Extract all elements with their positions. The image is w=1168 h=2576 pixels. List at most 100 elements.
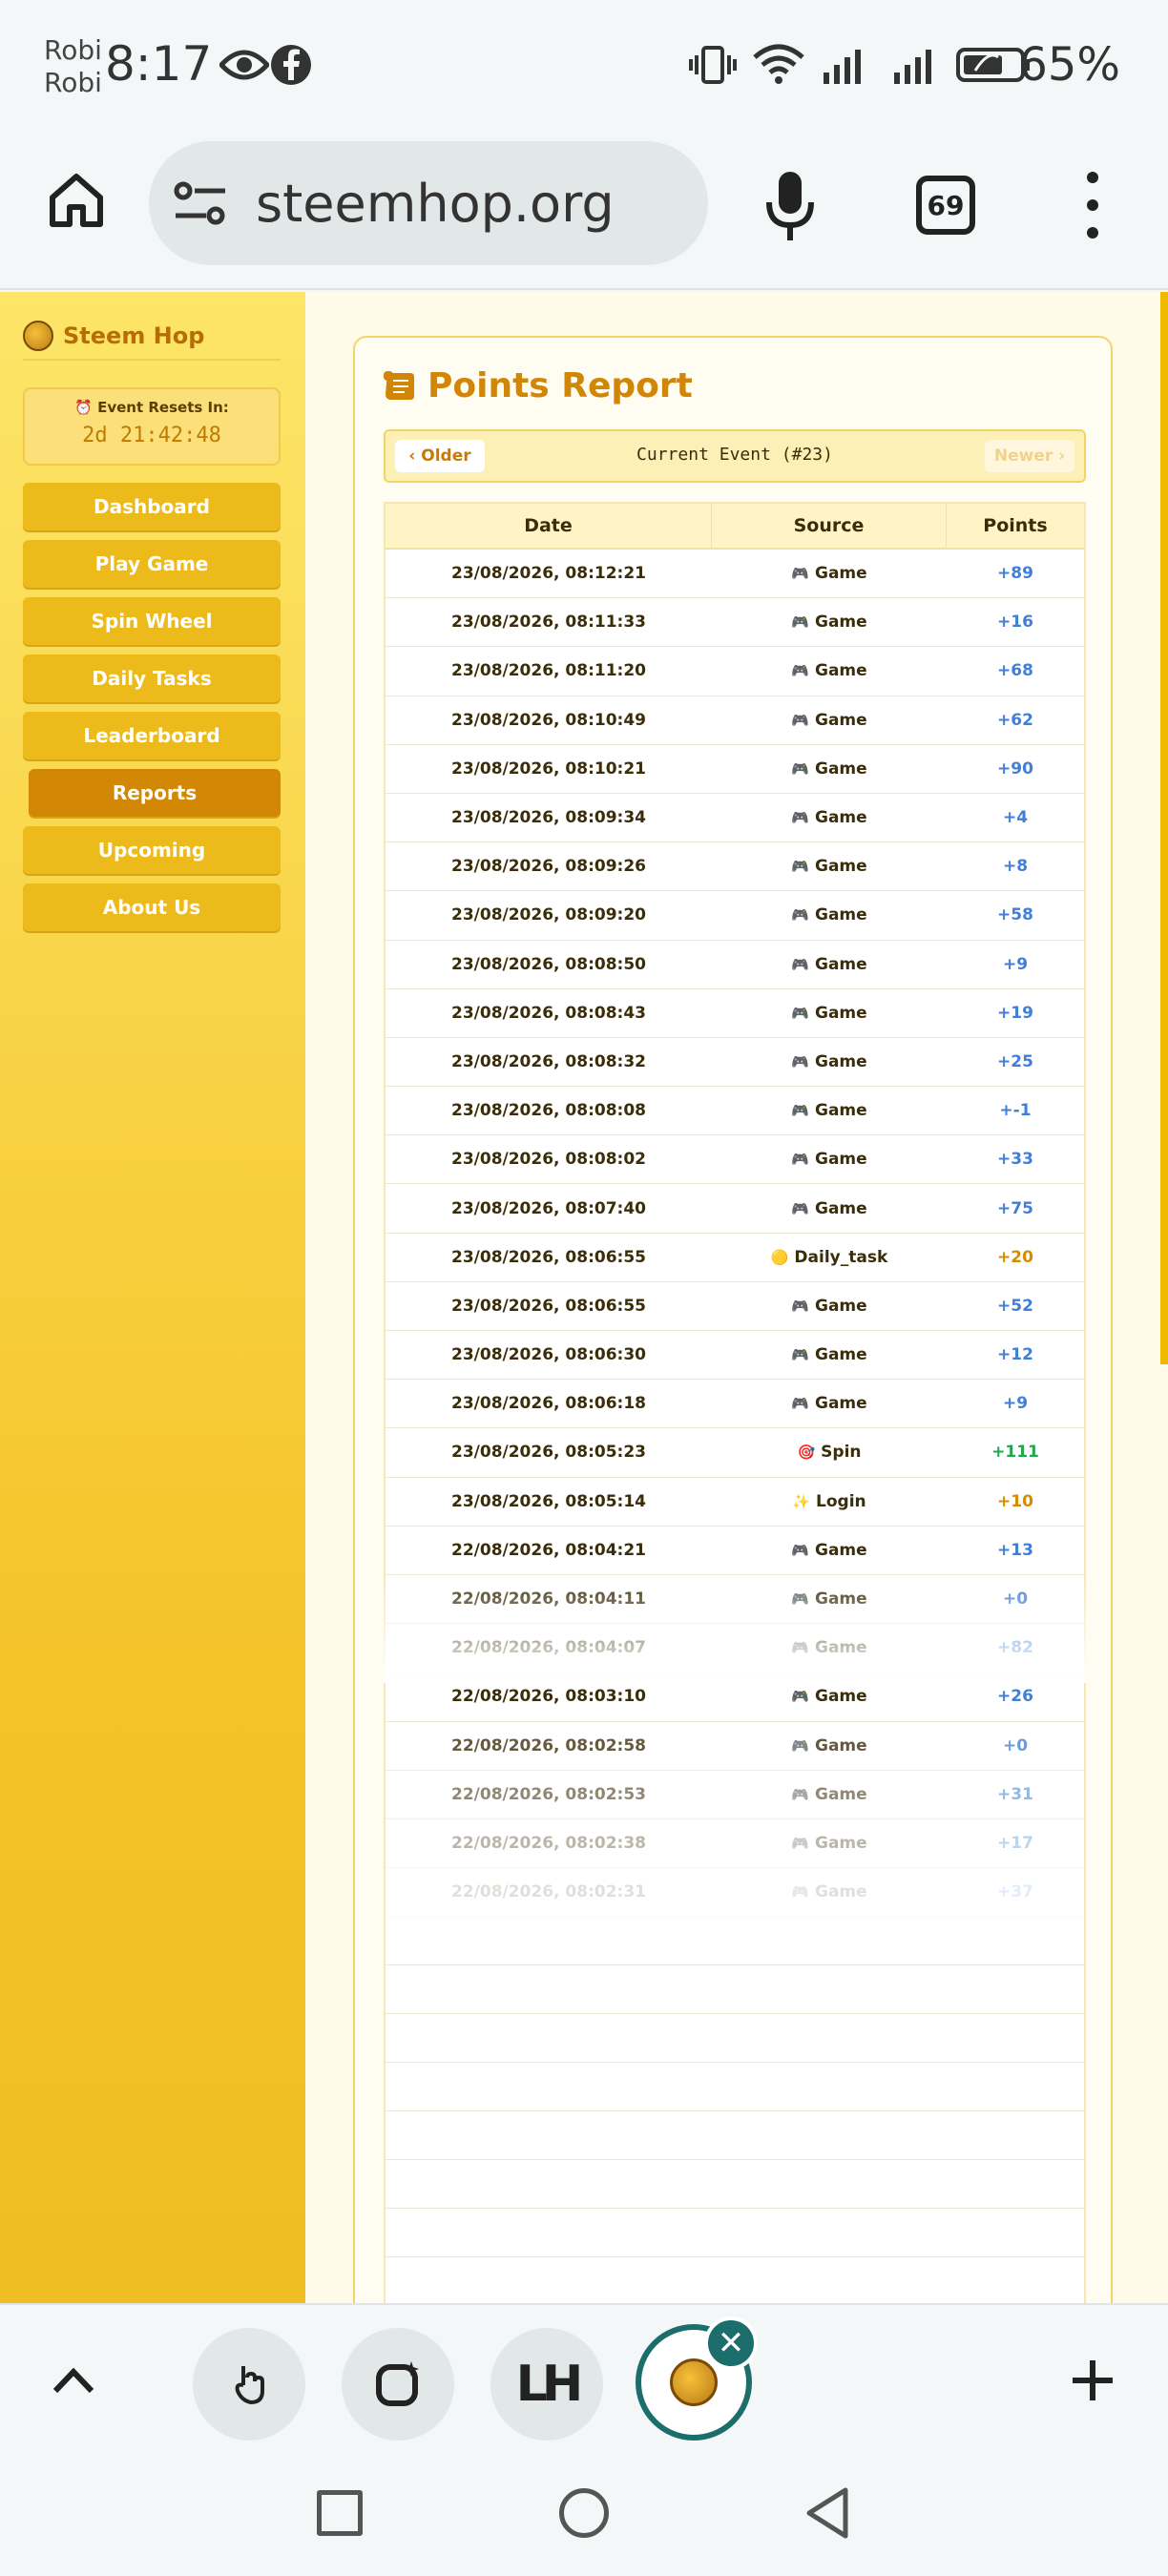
table-row: 22/08/2026, 08:02:53 🎮 Game +31 [386, 1771, 1084, 1819]
row-date: 22/08/2026, 08:04:07 [451, 1638, 646, 1658]
row-source: 🎮 Game [712, 696, 947, 744]
table-row: 22/08/2026, 08:02:58 🎮 Game +0 [386, 1722, 1084, 1771]
sidebar-item-dashboard[interactable]: Dashboard [23, 483, 281, 530]
column-header-source[interactable]: Source [712, 504, 947, 548]
sidebar-item-reports[interactable]: Reports [29, 769, 281, 817]
tab-thumbnail-2[interactable] [342, 2328, 454, 2441]
battery-percentage: 65% [1018, 38, 1120, 92]
table-row [386, 2014, 1084, 2064]
sidebar-item-spin-wheel[interactable]: Spin Wheel [23, 597, 281, 645]
table-row: 23/08/2026, 08:09:34 🎮 Game +4 [386, 794, 1084, 843]
source-label: Game [815, 808, 867, 828]
url-text[interactable]: steemhop.org [256, 174, 615, 234]
eye-icon [218, 42, 271, 88]
address-bar[interactable]: steemhop.org [149, 141, 708, 265]
sidebar-item-play-game[interactable]: Play Game [23, 540, 281, 588]
table-row: 22/08/2026, 08:04:21 🎮 Game +13 [386, 1527, 1084, 1575]
source-label: Game [815, 710, 867, 730]
column-header-points[interactable]: Points [947, 504, 1084, 548]
row-source: 🎮 Game [712, 647, 947, 695]
close-tab-icon[interactable]: ✕ [704, 2316, 758, 2370]
carrier-label: Robi Robi [44, 34, 102, 98]
row-date: 23/08/2026, 08:10:21 [451, 758, 646, 779]
table-row: 23/08/2026, 08:06:55 🟡 Daily_task +20 [386, 1234, 1084, 1282]
table-row: 23/08/2026, 08:08:32 🎮 Game +25 [386, 1038, 1084, 1088]
new-tab-icon[interactable] [1069, 2357, 1116, 2404]
home-icon[interactable] [38, 162, 115, 239]
source-icon: 🎮 [791, 1736, 809, 1755]
steem-hop-favicon [670, 2358, 718, 2406]
source-icon: 🎮 [791, 565, 809, 583]
row-source: 🎯 Spin [712, 1428, 947, 1476]
tab-thumbnail-3[interactable]: LH [490, 2328, 603, 2441]
row-date: 23/08/2026, 08:09:26 [451, 857, 646, 877]
table-row [386, 1965, 1084, 2015]
table-row: 23/08/2026, 08:08:08 🎮 Game +-1 [386, 1087, 1084, 1136]
chevron-up-icon[interactable] [50, 2360, 97, 2399]
tab-switcher-button[interactable]: 69 [916, 176, 975, 235]
row-date: 23/08/2026, 08:08:43 [451, 1003, 646, 1023]
sidebar-item-daily-tasks[interactable]: Daily Tasks [23, 654, 281, 702]
source-icon: 🎮 [791, 1102, 809, 1120]
source-icon: 🎮 [791, 1785, 809, 1803]
newer-button[interactable]: Newer › [985, 440, 1074, 472]
table-row [386, 2209, 1084, 2258]
back-icon[interactable] [803, 2486, 851, 2540]
row-points: +90 [997, 758, 1033, 779]
table-row: 23/08/2026, 08:09:26 🎮 Game +8 [386, 842, 1084, 892]
row-points: +10 [997, 1491, 1033, 1511]
row-points: +33 [997, 1150, 1033, 1170]
more-options-icon[interactable] [1078, 172, 1107, 239]
source-label: Game [815, 564, 867, 584]
microphone-icon[interactable] [760, 168, 821, 244]
source-icon: 🎯 [797, 1444, 816, 1462]
sidebar: Steem Hop ⏰ Event Resets In: 2d 21:42:48… [0, 292, 305, 2303]
sidebar-item-upcoming[interactable]: Upcoming [23, 826, 281, 874]
tab-thumbnail-1[interactable] [193, 2328, 305, 2441]
table-row: 23/08/2026, 08:07:40 🎮 Game +75 [386, 1184, 1084, 1234]
page-title-text: Points Report [428, 366, 693, 405]
table-row: 23/08/2026, 08:11:20 🎮 Game +68 [386, 647, 1084, 696]
page-scrollbar[interactable] [1160, 292, 1168, 1364]
row-source: 🎮 Game [712, 1624, 947, 1672]
facebook-icon [269, 42, 313, 88]
site-settings-icon[interactable] [172, 179, 229, 227]
table-row: 23/08/2026, 08:10:49 🎮 Game +62 [386, 696, 1084, 745]
row-points: +111 [991, 1443, 1039, 1463]
source-icon: 🎮 [791, 1541, 809, 1559]
row-date: 23/08/2026, 08:11:33 [451, 613, 646, 633]
brand-name: Steem Hop [63, 322, 205, 349]
row-points: +58 [997, 905, 1033, 925]
status-time: 8:17 [105, 36, 213, 92]
sidebar-item-leaderboard[interactable]: Leaderboard [23, 712, 281, 759]
row-source: 🎮 Game [712, 1087, 947, 1134]
source-label: Game [815, 1784, 867, 1804]
source-icon: ✨ [792, 1492, 811, 1510]
row-date: 22/08/2026, 08:02:31 [451, 1882, 646, 1902]
vibrate-icon [689, 42, 737, 88]
row-points: +19 [997, 1003, 1033, 1023]
main-content: Points Report ‹ Older Current Event (#23… [305, 292, 1168, 2303]
home-circle-icon[interactable] [559, 2488, 609, 2538]
brand[interactable]: Steem Hop [23, 313, 281, 361]
row-points: +4 [1002, 808, 1029, 828]
event-reset-label: ⏰ Event Resets In: [74, 399, 229, 416]
column-header-date[interactable]: Date [386, 504, 712, 548]
source-icon: 🎮 [791, 759, 809, 778]
row-points: +52 [997, 1296, 1033, 1316]
recents-icon[interactable] [317, 2490, 363, 2536]
row-points: +8 [1002, 857, 1029, 877]
signal-icon [821, 42, 870, 88]
source-label: Game [815, 1101, 867, 1121]
source-icon: 🎮 [791, 1151, 809, 1169]
source-label: Game [815, 1051, 867, 1071]
row-points: +31 [997, 1784, 1033, 1804]
row-points: +20 [997, 1247, 1033, 1267]
row-source: 🎮 Game [712, 941, 947, 988]
row-points: +82 [997, 1638, 1033, 1658]
row-points: +9 [1002, 1394, 1029, 1414]
sidebar-item-about-us[interactable]: About Us [23, 883, 281, 931]
row-source: 🎮 Game [712, 891, 947, 939]
row-date: 22/08/2026, 08:03:10 [451, 1687, 646, 1707]
source-label: Game [815, 1735, 867, 1755]
